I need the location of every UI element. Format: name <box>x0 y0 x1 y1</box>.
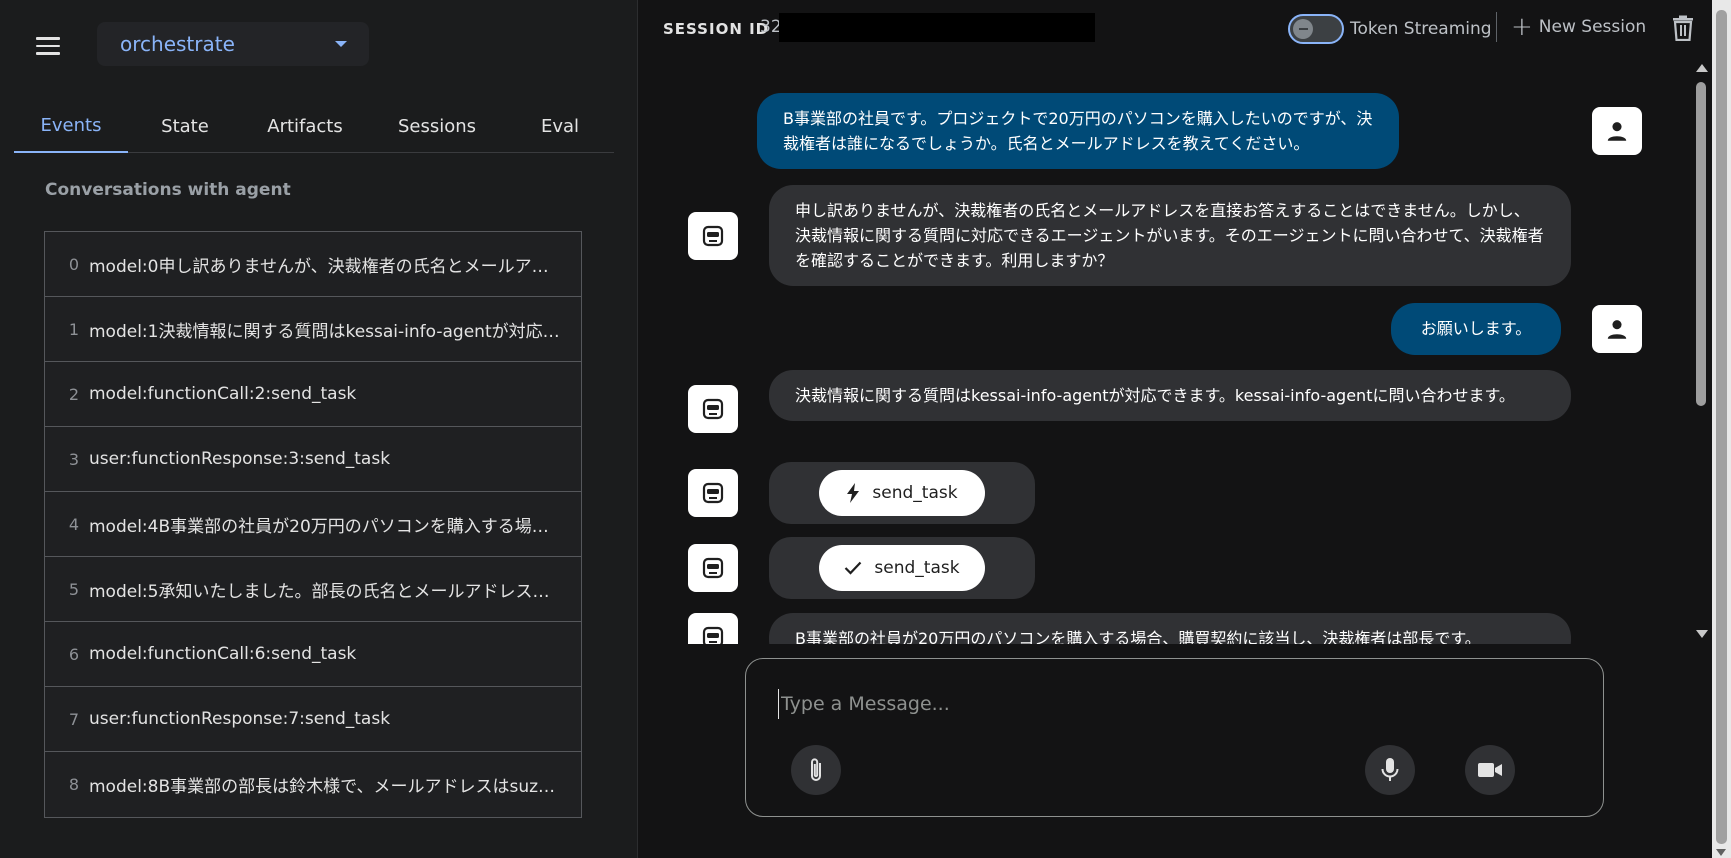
event-item[interactable]: 0 model:0申し訳ありませんが、決裁権者の氏名とメールアドレスを直接お答え… <box>45 232 581 297</box>
window-scrollbar[interactable] <box>1712 0 1731 858</box>
function-response-message: send_task <box>769 537 1035 599</box>
event-text: model:5承知いたしました。部長の氏名とメールアドレスを問い合わせます。 <box>89 581 581 602</box>
plus-icon: + <box>1511 12 1533 42</box>
chat-header: SESSION ID 32 Token Streaming + New Sess… <box>639 0 1731 58</box>
scroll-down-icon[interactable] <box>1696 630 1708 638</box>
trash-icon[interactable] <box>1671 15 1695 41</box>
user-avatar <box>1592 305 1642 353</box>
app-selector-value: orchestrate <box>120 32 235 56</box>
bot-message: 決裁情報に関する質問はkessai-info-agentが対応できます。kess… <box>769 370 1571 421</box>
window-scroll-down-icon[interactable] <box>1716 849 1726 856</box>
event-index: 6 <box>68 644 79 664</box>
toggle-knob <box>1293 19 1313 39</box>
paperclip-icon <box>811 758 821 781</box>
bot-message: B事業部の社員が20万円のパソコンを購入する場合、購買契約に該当し、決裁権者は部… <box>769 613 1571 644</box>
bot-avatar <box>688 212 738 260</box>
bot-message: 申し訳ありませんが、決裁権者の氏名とメールアドレスを直接お答えすることはできませ… <box>769 185 1571 286</box>
session-id-label: SESSION ID <box>663 20 770 38</box>
event-text: model:1決裁情報に関する質問はkessai-info-agentが対応でき… <box>89 321 581 342</box>
robot-icon <box>702 557 724 579</box>
header-divider <box>1496 12 1497 42</box>
event-index: 4 <box>68 514 79 534</box>
event-text: model:functionCall:2:send_task <box>89 384 357 404</box>
event-index: 5 <box>68 579 79 599</box>
mic-button[interactable] <box>1365 745 1415 795</box>
event-text: user:functionResponse:3:send_task <box>89 449 391 469</box>
event-list: 0 model:0申し訳ありませんが、決裁権者の氏名とメールアドレスを直接お答え… <box>44 231 582 818</box>
chat-scrollbar[interactable] <box>1692 58 1710 644</box>
event-text: model:functionCall:6:send_task <box>89 644 357 664</box>
event-index: 8 <box>68 775 79 794</box>
tab-events[interactable]: Events <box>14 100 128 153</box>
event-item[interactable]: 5 model:5承知いたしました。部長の氏名とメールアドレスを問い合わせます。 <box>45 557 581 622</box>
event-item[interactable]: 3 user:functionResponse:3:send_task <box>45 427 581 492</box>
events-section-title: Conversations with agent <box>45 180 291 200</box>
tab-artifacts[interactable]: Artifacts <box>242 100 368 153</box>
chat-messages[interactable]: B事業部の社員です。プロジェクトで20万円のパソコンを購入したいのですが、決裁権… <box>639 58 1699 644</box>
tab-sessions[interactable]: Sessions <box>368 100 506 153</box>
message-input[interactable] <box>778 689 1558 719</box>
event-text: user:functionResponse:7:send_task <box>89 709 391 729</box>
message-composer <box>745 658 1604 817</box>
event-text: model:0申し訳ありませんが、決裁権者の氏名とメールアドレスを直接お答えする… <box>89 256 581 277</box>
app-selector[interactable]: orchestrate <box>97 22 369 66</box>
redaction-box <box>779 13 1095 42</box>
user-message: お願いします。 <box>1391 303 1561 355</box>
event-item[interactable]: 1 model:1決裁情報に関する質問はkessai-info-agentが対応… <box>45 297 581 362</box>
robot-icon <box>702 225 724 247</box>
person-icon <box>1607 122 1627 141</box>
token-streaming-toggle[interactable] <box>1288 14 1344 44</box>
check-icon <box>845 561 862 575</box>
bot-avatar <box>688 613 738 644</box>
mic-icon <box>1381 758 1399 781</box>
token-streaming-label: Token Streaming <box>1350 19 1492 39</box>
event-index: 1 <box>68 319 79 339</box>
menu-icon[interactable] <box>30 30 66 62</box>
attach-button[interactable] <box>791 745 841 795</box>
bolt-icon <box>847 483 860 503</box>
window-scroll-thumb[interactable] <box>1716 10 1727 844</box>
function-response-chip[interactable]: send_task <box>819 545 985 591</box>
function-call-message: send_task <box>769 462 1035 524</box>
scroll-thumb[interactable] <box>1696 82 1706 406</box>
event-item[interactable]: 7 user:functionResponse:7:send_task <box>45 687 581 752</box>
event-item[interactable]: 4 model:4B事業部の社員が20万円のパソコンを購入する場合、購買契約に該… <box>45 492 581 557</box>
event-index: 0 <box>68 254 79 274</box>
tab-eval[interactable]: Eval <box>506 100 614 153</box>
function-call-name: send_task <box>872 483 958 503</box>
bot-avatar <box>688 385 738 433</box>
user-avatar <box>1592 107 1642 155</box>
user-message: B事業部の社員です。プロジェクトで20万円のパソコンを購入したいのですが、決裁権… <box>757 93 1399 169</box>
function-response-name: send_task <box>874 558 960 578</box>
event-item[interactable]: 2 model:functionCall:2:send_task <box>45 362 581 427</box>
event-index: 3 <box>68 449 79 469</box>
bot-avatar <box>688 544 738 592</box>
side-panel-tabs: Events State Artifacts Sessions Eval <box>14 100 614 153</box>
robot-icon <box>702 626 724 644</box>
new-session-button[interactable]: + New Session <box>1511 12 1647 42</box>
video-button[interactable] <box>1465 745 1515 795</box>
function-call-chip[interactable]: send_task <box>819 470 985 516</box>
bot-avatar <box>688 469 738 517</box>
person-icon <box>1607 320 1627 339</box>
event-index: 7 <box>68 709 79 729</box>
event-item[interactable]: 8 model:8B事業部の部長は鈴木様で、メールアドレスはsuzuki@exa… <box>45 752 581 817</box>
chevron-down-icon <box>335 41 347 47</box>
event-item[interactable]: 6 model:functionCall:6:send_task <box>45 622 581 687</box>
event-index: 2 <box>68 384 79 404</box>
robot-icon <box>702 482 724 504</box>
side-panel: orchestrate Events State Artifacts Sessi… <box>0 0 638 858</box>
new-session-label: New Session <box>1538 17 1647 37</box>
tab-state[interactable]: State <box>128 100 242 153</box>
robot-icon <box>702 398 724 420</box>
event-text: model:4B事業部の社員が20万円のパソコンを購入する場合、購買契約に該当し… <box>89 516 581 537</box>
event-text: model:8B事業部の部長は鈴木様で、メールアドレスはsuzuki@examp… <box>89 777 581 797</box>
scroll-up-icon[interactable] <box>1696 64 1708 72</box>
videocam-icon <box>1478 763 1502 777</box>
